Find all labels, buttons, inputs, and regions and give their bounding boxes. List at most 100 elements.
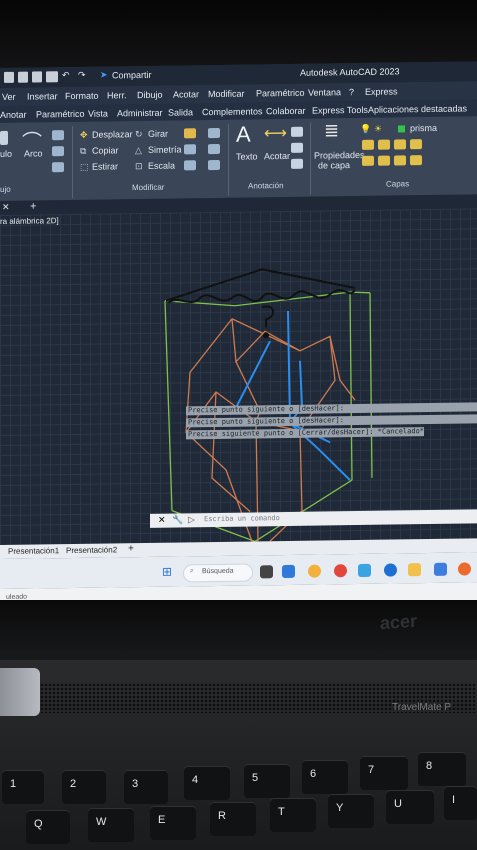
trim-icon[interactable] — [184, 128, 196, 139]
draw-tool-circle[interactable]: ulo — [0, 149, 12, 159]
scale-button[interactable]: Escala — [148, 161, 175, 171]
tab-colaborar[interactable]: Colaborar — [266, 106, 306, 117]
key-u[interactable]: U — [386, 790, 434, 824]
key-5[interactable]: 5 — [244, 764, 290, 798]
file-explorer-icon[interactable] — [408, 563, 421, 577]
menu-help[interactable]: ? — [349, 87, 354, 97]
key-r[interactable]: R — [210, 802, 256, 836]
command-input-placeholder[interactable]: Escriba un comando — [204, 514, 280, 523]
key-4[interactable]: 4 — [184, 766, 230, 800]
tab-complementos[interactable]: Complementos — [202, 106, 263, 117]
key-8[interactable]: 8 — [418, 752, 466, 786]
new-file-icon[interactable] — [4, 71, 14, 83]
tab-aplicaciones-destacadas[interactable]: Aplicaciones destacadas — [368, 103, 467, 114]
explode-icon[interactable] — [208, 143, 220, 155]
tab-presentacion1[interactable]: Presentación1 — [8, 546, 59, 556]
chrome-icon[interactable] — [308, 564, 321, 578]
layer-properties-button[interactable]: Propiedades de capa — [314, 150, 365, 171]
key-2[interactable]: 2 — [62, 770, 106, 804]
layers-panel-label[interactable]: Capas — [386, 179, 409, 188]
annotation-panel-label[interactable]: Anotación — [248, 181, 284, 190]
new-tab-icon[interactable]: + — [30, 200, 36, 212]
hatch-icon[interactable] — [52, 146, 64, 157]
save-icon[interactable] — [32, 71, 42, 83]
menu-modificar[interactable]: Modificar — [208, 89, 245, 100]
tab-express-tools[interactable]: Express Tools — [312, 105, 368, 116]
taskbar-app-icon[interactable] — [358, 563, 371, 578]
menu-herr[interactable]: Herr. — [107, 90, 127, 100]
layer-tool-icon[interactable] — [410, 155, 422, 166]
rectangle-icon[interactable] — [52, 130, 64, 141]
text-button[interactable]: Texto — [236, 151, 258, 161]
offset-icon[interactable] — [208, 159, 220, 171]
layer-tool-icon[interactable] — [362, 139, 374, 150]
key-e[interactable]: E — [150, 806, 196, 840]
customize-command-icon[interactable]: 🔧 — [172, 514, 183, 525]
erase-icon[interactable] — [208, 127, 220, 139]
undo-icon[interactable]: ↶ — [62, 70, 70, 81]
modify-panel-label[interactable]: Modificar — [132, 183, 164, 192]
key-7[interactable]: 7 — [360, 756, 408, 790]
key-i[interactable]: I — [444, 786, 477, 820]
print-icon[interactable] — [46, 71, 58, 83]
layer-tool-icon[interactable] — [394, 155, 406, 166]
redo-icon[interactable]: ↷ — [78, 70, 86, 81]
key-w[interactable]: W — [88, 808, 134, 842]
taskbar-app-icon[interactable] — [434, 562, 447, 576]
taskbar-app-icon[interactable] — [282, 564, 295, 579]
rotate-button[interactable]: Girar — [148, 129, 168, 139]
menu-ver[interactable]: Ver — [2, 92, 16, 102]
tab-anotar[interactable]: Anotar — [0, 110, 27, 120]
file-tab-close-icon[interactable]: ✕ — [2, 202, 10, 213]
share-button[interactable]: Compartir — [112, 70, 152, 81]
key-q[interactable]: Q — [26, 810, 70, 844]
layer-tool-icon[interactable] — [394, 139, 406, 150]
menu-acotar[interactable]: Acotar — [173, 89, 199, 99]
stretch-button[interactable]: Estirar — [92, 161, 118, 171]
taskbar-app-icon[interactable] — [260, 565, 273, 579]
tab-presentacion2[interactable]: Presentación2 — [66, 545, 117, 555]
circle-tool-icon[interactable] — [0, 130, 8, 145]
tab-salida[interactable]: Salida — [168, 107, 193, 117]
close-command-icon[interactable]: ✕ — [158, 515, 166, 526]
tab-administrar[interactable]: Administrar — [117, 108, 163, 119]
layer-tool-icon[interactable] — [410, 139, 422, 150]
leader-icon[interactable] — [291, 142, 303, 153]
layer-tool-icon[interactable] — [362, 155, 374, 166]
menu-insertar[interactable]: Insertar — [27, 91, 58, 101]
linear-dim-icon[interactable] — [291, 126, 303, 137]
edge-icon[interactable] — [384, 563, 397, 577]
menu-ventana[interactable]: Ventana — [308, 87, 341, 97]
array-icon[interactable] — [184, 160, 196, 171]
firefox-icon[interactable] — [458, 562, 471, 576]
move-button[interactable]: Desplazar — [92, 129, 133, 140]
dimension-button[interactable]: Acotar — [264, 151, 290, 161]
key-t[interactable]: T — [270, 798, 316, 832]
add-layout-icon[interactable]: + — [128, 543, 134, 554]
mirror-button[interactable]: Simetría — [148, 144, 182, 154]
tab-vista[interactable]: Vista — [88, 108, 108, 118]
layer-tool-icon[interactable] — [378, 155, 390, 166]
draw-tool-arc[interactable]: Arco — [24, 148, 43, 158]
menu-formato[interactable]: Formato — [65, 91, 99, 101]
key-3[interactable]: 3 — [124, 770, 168, 804]
draw-panel-label[interactable]: ujo — [0, 185, 11, 194]
menu-parametrico[interactable]: Paramétrico — [256, 88, 305, 99]
chrome-icon[interactable] — [334, 564, 347, 578]
current-layer-name[interactable]: prisma — [410, 123, 437, 133]
menu-express[interactable]: Express — [365, 86, 398, 96]
fillet-icon[interactable] — [184, 144, 196, 155]
menu-dibujo[interactable]: Dibujo — [137, 90, 163, 100]
table-icon[interactable] — [52, 162, 64, 173]
key-6[interactable]: 6 — [302, 760, 348, 794]
tab-parametrico[interactable]: Paramétrico — [36, 109, 85, 120]
layer-tool-icon[interactable] — [378, 139, 390, 150]
model-space-canvas[interactable]: ra alámbrica 2D] Precise punto siguiente… — [0, 208, 477, 545]
windows-start-icon[interactable]: ⊞ — [162, 565, 172, 579]
key-y[interactable]: Y — [328, 794, 374, 828]
taskbar-search-box[interactable]: ⌕ Búsqueda — [183, 563, 253, 583]
open-file-icon[interactable] — [18, 71, 28, 83]
table-annot-icon[interactable] — [291, 158, 303, 169]
copy-button[interactable]: Copiar — [92, 145, 119, 155]
key-1[interactable]: 1 — [2, 770, 44, 804]
